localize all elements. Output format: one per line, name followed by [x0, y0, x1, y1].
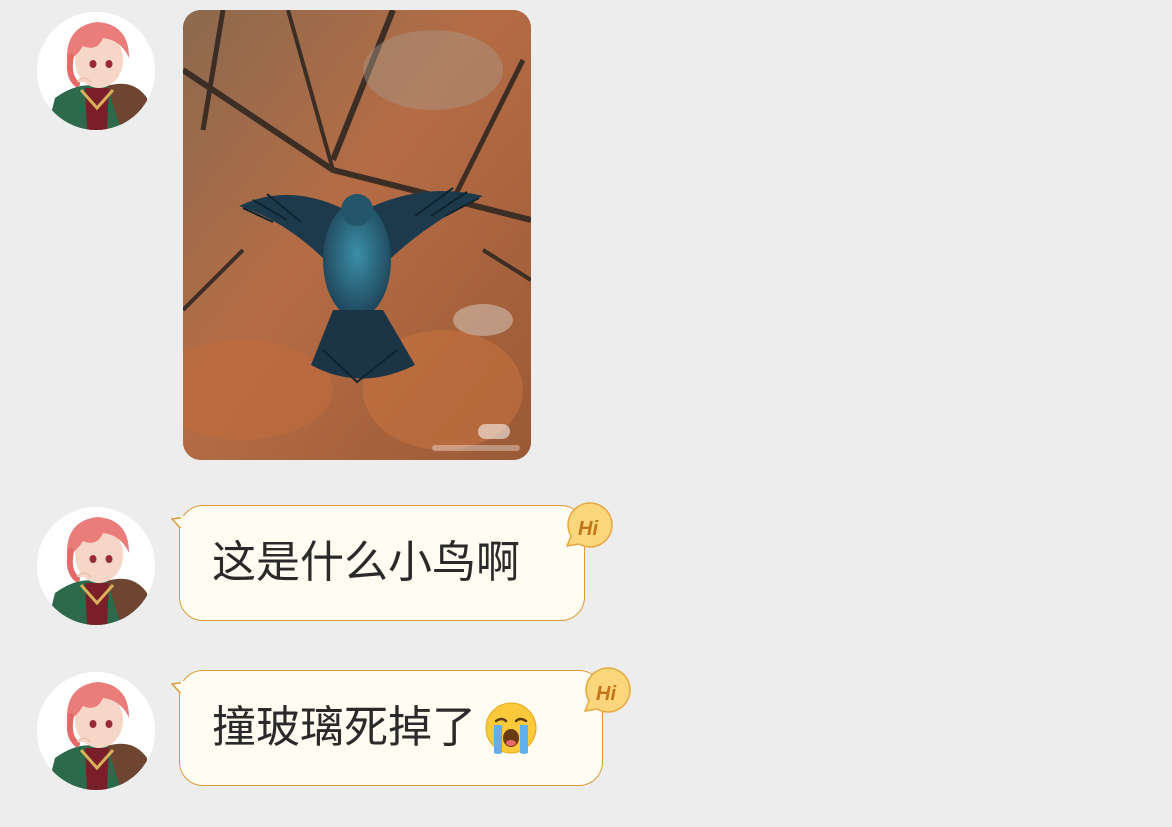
sender-avatar[interactable] — [37, 672, 155, 790]
chat-window: 这是什么小鸟啊 Hi 撞玻璃死掉了 Hi — [0, 0, 1172, 827]
message-bubble[interactable]: 这是什么小鸟啊 — [171, 505, 585, 621]
message-text: 这是什么小鸟啊 — [212, 537, 520, 588]
watermark-text — [432, 445, 520, 451]
bubble-tail — [171, 516, 187, 528]
message-bubble[interactable]: 撞玻璃死掉了 — [171, 670, 603, 786]
svg-text:Hi: Hi — [596, 683, 616, 705]
sender-avatar[interactable] — [37, 507, 155, 625]
hi-bubble-badge-icon: Hi — [583, 667, 631, 713]
loudly-crying-face-emoji — [485, 702, 537, 754]
svg-text:Hi: Hi — [578, 518, 598, 540]
watermark-logo — [478, 424, 510, 439]
hi-bubble-badge-icon: Hi — [565, 502, 613, 548]
message-text: 撞玻璃死掉了 — [212, 702, 476, 753]
sender-avatar[interactable] — [37, 12, 155, 130]
bubble-tail — [171, 681, 187, 693]
image-message[interactable] — [183, 10, 531, 460]
